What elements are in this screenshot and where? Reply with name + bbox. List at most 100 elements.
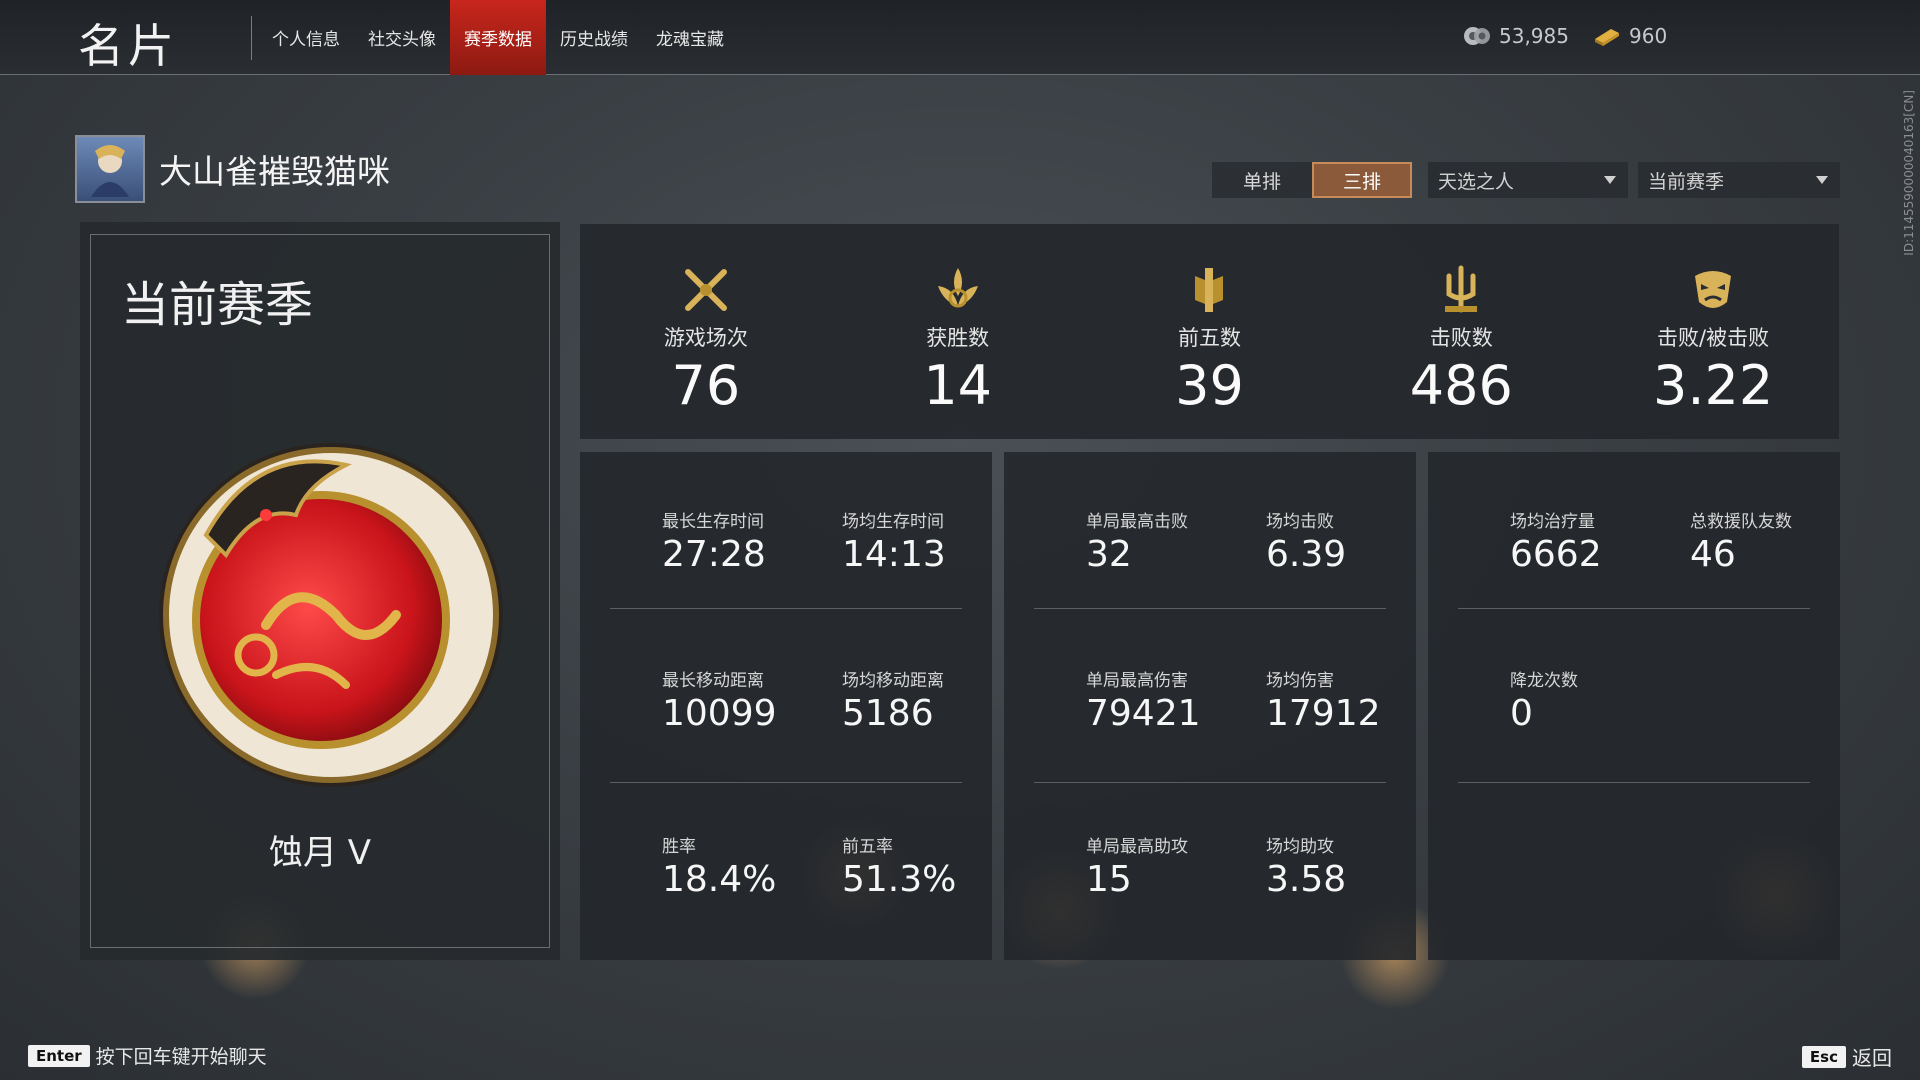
cell-value: 14:13 [842, 534, 946, 575]
gold-amount: 960 [1629, 24, 1668, 48]
cell-label: 场均治疗量 [1510, 512, 1595, 532]
cell-value: 51.3% [842, 859, 957, 900]
season-title: 当前赛季 [121, 277, 314, 333]
player-name: 大山雀摧毁猫咪 [159, 152, 390, 191]
cell-label: 场均助攻 [1266, 837, 1334, 857]
game-mode-value: 天选之人 [1438, 170, 1515, 193]
tab-dragon-treasure[interactable]: 龙魂宝藏 [642, 0, 738, 75]
tab-personal-info[interactable]: 个人信息 [258, 0, 354, 75]
stat-top-five: 前五数 39 [1084, 224, 1336, 439]
stat-cell: 场均助攻 3.58 [1266, 832, 1346, 900]
cell-value: 15 [1086, 859, 1132, 900]
stat-label: 击败/被击败 [1657, 326, 1770, 350]
rank-emblem-icon [159, 443, 503, 787]
stat-value: 486 [1409, 354, 1513, 417]
stat-cell: 降龙次数 0 [1510, 666, 1578, 734]
season-select[interactable]: 当前赛季 [1638, 162, 1840, 198]
cell-label: 总救援队友数 [1690, 512, 1792, 532]
cell-label: 场均击败 [1266, 512, 1334, 532]
combat-stats-panel: 单局最高击败 32 场均击败 6.39 单局最高伤害 79421 场均伤害 17… [1004, 452, 1416, 960]
lotus-flame-icon [937, 268, 978, 308]
stat-cell: 场均击败 6.39 [1266, 507, 1346, 575]
stat-cell: 总救援队友数 46 [1690, 507, 1792, 575]
esc-key-badge: Esc [1801, 1045, 1846, 1068]
back-button[interactable]: Esc 返回 [1801, 1042, 1892, 1071]
stat-cell: 前五率 51.3% [842, 832, 956, 900]
stat-cell: 单局最高击败 32 [1086, 507, 1188, 575]
stat-label: 前五数 [1177, 326, 1241, 350]
chevron-down-icon [1816, 176, 1828, 184]
tab-match-history[interactable]: 历史战绩 [546, 0, 642, 75]
cell-label: 场均移动距离 [842, 671, 944, 691]
row-divider [610, 608, 962, 609]
cell-label: 场均伤害 [1266, 671, 1334, 691]
stat-label: 获胜数 [926, 326, 990, 350]
stat-cell: 场均生存时间 14:13 [842, 507, 946, 575]
tab-social-avatar[interactable]: 社交头像 [354, 0, 450, 75]
tab-season-data[interactable]: 赛季数据 [450, 0, 546, 75]
stat-value: 76 [671, 354, 741, 417]
cell-value: 3.58 [1266, 859, 1347, 900]
stat-kills: 击败数 486 [1335, 224, 1587, 439]
solo-mode-button[interactable]: 单排 [1212, 162, 1312, 198]
jade-coin-icon [1464, 27, 1490, 45]
chat-hint-text: 按下回车键开始聊天 [95, 1046, 267, 1068]
season-card-frame: 当前赛季 蚀月 V [90, 234, 550, 948]
player-id-text: ID:1145590000040163[CN] [1902, 90, 1916, 256]
stat-cell: 场均伤害 17912 [1266, 666, 1381, 734]
survival-stats-panel: 最长生存时间 27:28 场均生存时间 14:13 最长移动距离 10099 场… [580, 452, 992, 960]
rank-name: 蚀月 V [268, 833, 372, 873]
cell-label: 最长移动距离 [662, 671, 764, 691]
gold-currency: 960 [1593, 24, 1667, 48]
cell-label: 场均生存时间 [842, 512, 944, 532]
cell-value: 32 [1086, 534, 1132, 575]
cell-label: 单局最高击败 [1086, 512, 1188, 532]
cell-value: 17912 [1266, 693, 1381, 734]
avatar[interactable] [75, 135, 145, 203]
cell-label: 降龙次数 [1510, 671, 1578, 691]
cell-value: 6662 [1510, 534, 1602, 575]
game-mode-select[interactable]: 天选之人 [1428, 162, 1628, 198]
jade-currency: 53,985 [1463, 24, 1569, 48]
cell-value: 18.4% [662, 859, 777, 900]
cell-label: 单局最高助攻 [1086, 837, 1188, 857]
title-divider [251, 16, 252, 60]
stat-cell: 最长生存时间 27:28 [662, 507, 766, 575]
cell-value: 0 [1510, 693, 1533, 734]
row-divider [610, 782, 962, 783]
stat-wins: 获胜数 14 [832, 224, 1084, 439]
stat-label: 击败数 [1429, 326, 1493, 350]
stat-value: 14 [923, 354, 993, 417]
cell-label: 前五率 [842, 837, 893, 857]
cell-value: 46 [1690, 534, 1736, 575]
cell-value: 5186 [842, 693, 934, 734]
stat-value: 39 [1175, 354, 1244, 417]
stat-cell: 场均移动距离 5186 [842, 666, 944, 734]
cell-value: 6.39 [1266, 534, 1347, 575]
stat-value: 3.22 [1652, 354, 1774, 417]
row-divider [1034, 782, 1386, 783]
tab-bar: 个人信息 社交头像 赛季数据 历史战绩 龙魂宝藏 [258, 0, 738, 75]
chat-hint[interactable]: Enter 按下回车键开始聊天 [28, 1042, 267, 1069]
support-stats-panel: 场均治疗量 6662 总救援队友数 46 降龙次数 0 [1428, 452, 1840, 960]
cell-label: 单局最高伤害 [1086, 671, 1188, 691]
enter-key-badge: Enter [28, 1044, 90, 1067]
cell-value: 27:28 [662, 534, 766, 575]
row-divider [1458, 782, 1810, 783]
stat-label: 游戏场次 [663, 326, 748, 350]
cell-value: 10099 [662, 693, 777, 734]
pillar-banner-icon [1195, 268, 1224, 312]
cell-label: 最长生存时间 [662, 512, 764, 532]
stat-kd-ratio: 击败/被击败 3.22 [1587, 224, 1839, 439]
stat-cell: 单局最高伤害 79421 [1086, 666, 1201, 734]
team-mode-segment: 单排 三排 [1212, 162, 1412, 198]
season-rank-card: 当前赛季 蚀月 V [80, 222, 560, 960]
cell-label: 胜率 [662, 837, 696, 857]
row-divider [1034, 608, 1386, 609]
chevron-down-icon [1604, 176, 1616, 184]
trio-mode-button[interactable]: 三排 [1312, 162, 1412, 198]
stat-cell: 场均治疗量 6662 [1510, 507, 1602, 575]
back-label: 返回 [1852, 1046, 1892, 1070]
crossed-swords-icon [684, 269, 727, 311]
stat-games-played: 游戏场次 76 [580, 224, 832, 439]
